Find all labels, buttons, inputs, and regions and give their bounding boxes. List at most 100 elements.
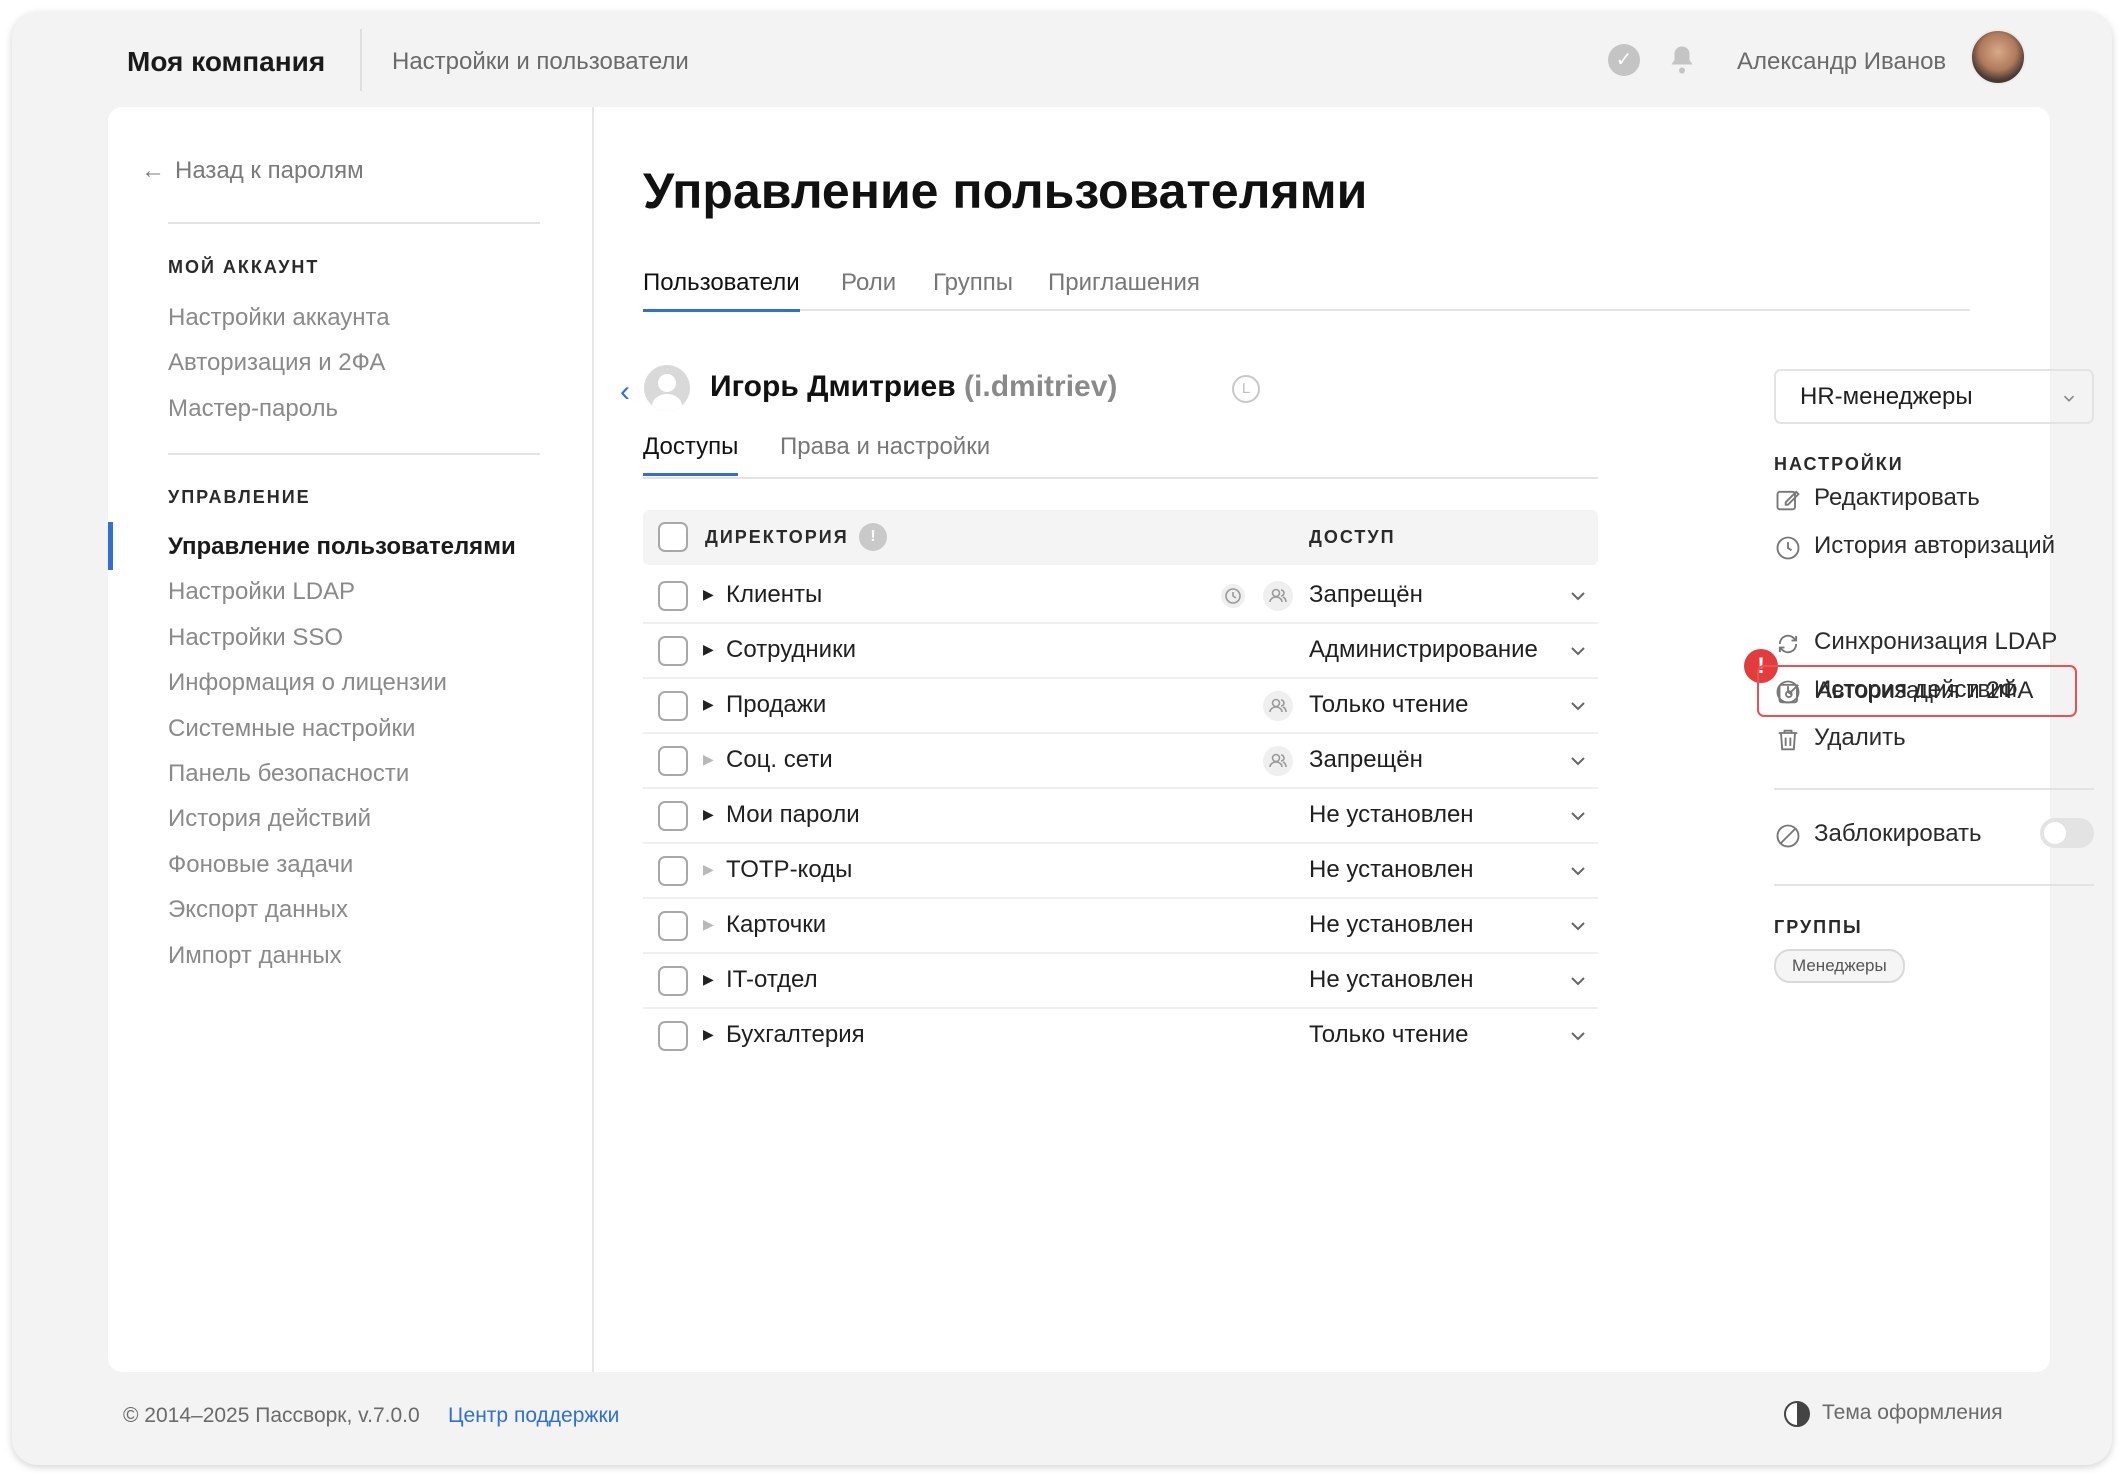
directory-name[interactable]: IT-отдел: [726, 966, 818, 994]
access-level[interactable]: Запрещён: [1309, 581, 1423, 609]
sidebar-item-account-settings[interactable]: Настройки аккаунта: [168, 304, 390, 332]
back-to-passwords-link[interactable]: ← Назад к паролям: [141, 157, 364, 185]
user-header: Игорь Дмитриев (i.dmitriev): [710, 370, 1117, 404]
subtab-access[interactable]: Доступы: [643, 433, 739, 476]
expand-triangle-icon[interactable]: ▶: [703, 971, 714, 988]
chevron-down-icon[interactable]: [1568, 861, 1588, 881]
expand-triangle-icon[interactable]: ▶: [703, 586, 714, 603]
row-checkbox[interactable]: [658, 746, 688, 776]
directory-name[interactable]: Мои пароли: [726, 801, 860, 829]
activity-history-action[interactable]: История действий: [1774, 674, 2094, 710]
directory-name[interactable]: Соц. сети: [726, 746, 833, 774]
access-level[interactable]: Не установлен: [1309, 856, 1474, 884]
chevron-left-icon[interactable]: ‹: [620, 375, 630, 409]
select-all-checkbox[interactable]: [658, 522, 688, 552]
subtab-rights-settings[interactable]: Права и настройки: [780, 433, 990, 473]
edit-action[interactable]: Редактировать: [1774, 482, 2094, 518]
row-checkbox[interactable]: [658, 636, 688, 666]
support-link[interactable]: Центр поддержки: [448, 1404, 619, 1428]
table-row[interactable]: ▶ Мои пароли Не установлен: [643, 789, 1598, 844]
current-user-name[interactable]: Александр Иванов: [1737, 48, 1946, 76]
chevron-down-icon[interactable]: [1568, 586, 1588, 606]
sidebar-item-ldap-settings[interactable]: Настройки LDAP: [168, 578, 355, 606]
group-select[interactable]: HR-менеджеры: [1774, 369, 2094, 424]
directory-name[interactable]: Продажи: [726, 691, 826, 719]
access-level[interactable]: Запрещён: [1309, 746, 1423, 774]
chevron-down-icon[interactable]: [1568, 751, 1588, 771]
block-toggle[interactable]: [2040, 818, 2094, 848]
auth-history-action[interactable]: История авторизаций: [1774, 530, 2094, 566]
company-name[interactable]: Моя компания: [127, 46, 325, 78]
back-label: Назад к паролям: [175, 157, 364, 184]
directory-name[interactable]: Карточки: [726, 911, 826, 939]
expand-triangle-icon[interactable]: ▶: [703, 751, 714, 768]
sidebar-item-auth-2fa[interactable]: Авторизация и 2ФА: [168, 349, 385, 377]
row-checkbox[interactable]: [658, 691, 688, 721]
row-checkbox[interactable]: [658, 911, 688, 941]
row-checkbox[interactable]: [658, 1021, 688, 1051]
chevron-down-icon[interactable]: [1568, 971, 1588, 991]
delete-action[interactable]: Удалить: [1774, 722, 2094, 758]
sidebar-item-data-export[interactable]: Экспорт данных: [168, 896, 348, 924]
tab-users[interactable]: Пользователи: [643, 269, 800, 312]
user-subtabs: Доступы Права и настройки: [643, 427, 1598, 479]
sidebar-item-security-dashboard[interactable]: Панель безопасности: [168, 760, 409, 788]
access-level[interactable]: Администрирование: [1309, 636, 1538, 664]
tab-roles[interactable]: Роли: [841, 269, 896, 309]
directory-name[interactable]: Клиенты: [726, 581, 822, 609]
expand-triangle-icon[interactable]: ▶: [703, 806, 714, 823]
row-checkbox[interactable]: [658, 856, 688, 886]
row-checkbox[interactable]: [658, 966, 688, 996]
sidebar-item-background-tasks[interactable]: Фоновые задачи: [168, 851, 353, 879]
expand-triangle-icon[interactable]: ▶: [703, 916, 714, 933]
column-directory: ДИРЕКТОРИЯ: [705, 527, 849, 547]
tab-invitations[interactable]: Приглашения: [1048, 269, 1200, 309]
main-content: Управление пользователями Пользователи Р…: [596, 107, 2094, 1372]
sidebar-item-system-settings[interactable]: Системные настройки: [168, 715, 415, 743]
table-row[interactable]: ▶ Сотрудники Администрирование: [643, 624, 1598, 679]
sidebar-item-data-import[interactable]: Импорт данных: [168, 942, 342, 970]
directory-name[interactable]: TOTP-коды: [726, 856, 852, 884]
sidebar-item-activity-log[interactable]: История действий: [168, 805, 371, 833]
sidebar-item-master-password[interactable]: Мастер-пароль: [168, 395, 338, 423]
sidebar-item-user-management[interactable]: Управление пользователями: [168, 533, 516, 561]
action-label: История действий: [1814, 676, 2018, 703]
row-checkbox[interactable]: [658, 581, 688, 611]
row-checkbox[interactable]: [658, 801, 688, 831]
chevron-down-icon[interactable]: [1568, 1026, 1588, 1046]
directory-name[interactable]: Бухгалтерия: [726, 1021, 865, 1049]
expand-triangle-icon[interactable]: ▶: [703, 696, 714, 713]
check-circle-icon[interactable]: ✓: [1608, 44, 1640, 76]
access-level[interactable]: Только чтение: [1309, 1021, 1468, 1049]
chevron-down-icon[interactable]: [1568, 696, 1588, 716]
user-avatar[interactable]: [1970, 29, 2026, 85]
table-row[interactable]: ▶ Бухгалтерия Только чтение: [643, 1009, 1598, 1064]
sidebar-item-sso-settings[interactable]: Настройки SSO: [168, 624, 343, 652]
table-row[interactable]: ▶ Клиенты Запрещён: [643, 569, 1598, 624]
table-row[interactable]: ▶ Продажи Только чтение: [643, 679, 1598, 734]
ldap-sync-action[interactable]: Синхронизация LDAP: [1774, 626, 2094, 662]
chevron-down-icon[interactable]: [1568, 916, 1588, 936]
user-login: (i.dmitriev): [964, 370, 1118, 403]
chevron-down-icon[interactable]: [1568, 806, 1588, 826]
expand-triangle-icon[interactable]: ▶: [703, 861, 714, 878]
bell-icon[interactable]: [1664, 42, 1700, 78]
tab-groups[interactable]: Группы: [933, 269, 1013, 309]
group-chip[interactable]: Менеджеры: [1774, 949, 1905, 983]
table-row[interactable]: ▶ Карточки Не установлен: [643, 899, 1598, 954]
sidebar-item-license-info[interactable]: Информация о лицензии: [168, 669, 447, 697]
access-level[interactable]: Не установлен: [1309, 801, 1474, 829]
chevron-down-icon[interactable]: [1568, 641, 1588, 661]
users-icon: [1263, 746, 1293, 776]
info-icon[interactable]: !: [859, 523, 887, 551]
access-level[interactable]: Не установлен: [1309, 911, 1474, 939]
expand-triangle-icon[interactable]: ▶: [703, 1026, 714, 1043]
access-level[interactable]: Не установлен: [1309, 966, 1474, 994]
access-level[interactable]: Только чтение: [1309, 691, 1468, 719]
directory-name[interactable]: Сотрудники: [726, 636, 856, 664]
expand-triangle-icon[interactable]: ▶: [703, 641, 714, 658]
theme-toggle[interactable]: Тема оформления: [1784, 1401, 2003, 1427]
table-row[interactable]: ▶ TOTP-коды Не установлен: [643, 844, 1598, 899]
table-row[interactable]: ▶ IT-отдел Не установлен: [643, 954, 1598, 1009]
table-row[interactable]: ▶ Соц. сети Запрещён: [643, 734, 1598, 789]
